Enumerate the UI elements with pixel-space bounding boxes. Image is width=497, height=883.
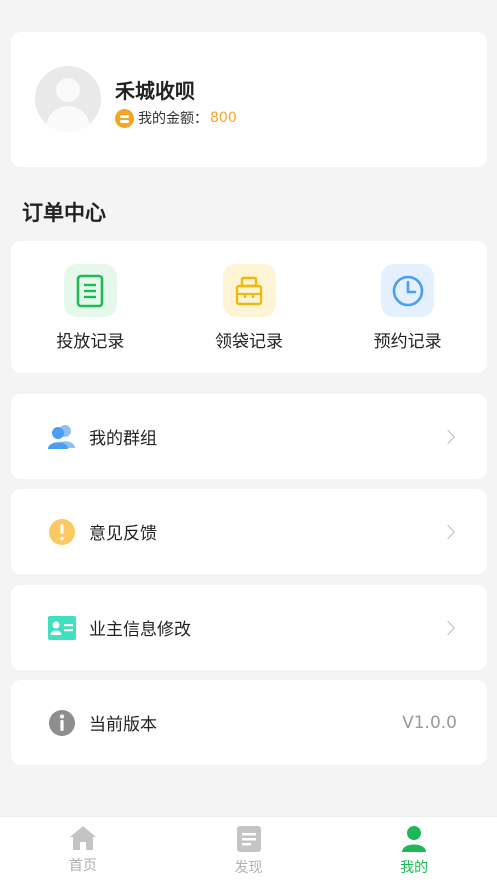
chevron-right-icon [440, 429, 456, 444]
tab-label: 我的 [400, 860, 429, 876]
chevron-right-icon [440, 524, 456, 539]
balance-label: 我的金额： [138, 111, 208, 127]
bag-icon [222, 264, 276, 317]
tab-label: 发现 [234, 860, 263, 876]
menu-row-owner-info[interactable]: 业主信息修改 [11, 585, 487, 670]
order-center-title: 订单中心 [22, 201, 106, 225]
chevron-right-icon [440, 620, 456, 635]
home-icon [69, 826, 96, 850]
menu-label: 意见反馈 [89, 524, 157, 544]
user-icon [402, 826, 427, 852]
order-label: 领袋记录 [215, 332, 283, 352]
menu-label: 我的群组 [89, 429, 157, 449]
info-icon [48, 709, 76, 737]
document-list-icon [63, 264, 117, 317]
order-center-card: 投放记录 领袋记录 预约记录 [11, 241, 487, 373]
document-icon [236, 826, 261, 852]
tab-discover[interactable]: 发现 [166, 817, 332, 883]
balance-row: 我的金额： 800 [115, 108, 237, 128]
group-users-icon [48, 423, 76, 451]
balance-value: 800 [210, 110, 237, 126]
order-item-bag-records[interactable]: 领袋记录 [170, 241, 329, 373]
menu-label: 业主信息修改 [89, 620, 191, 640]
feedback-exclamation-icon [48, 518, 76, 546]
tab-home[interactable]: 首页 [0, 817, 166, 883]
menu-row-version: 当前版本 V1.0.0 [11, 680, 487, 765]
order-label: 投放记录 [56, 332, 125, 352]
coin-icon [115, 108, 134, 128]
version-value: V1.0.0 [402, 712, 457, 733]
menu-row-my-group[interactable]: 我的群组 [11, 394, 487, 479]
tab-mine[interactable]: 我的 [331, 817, 497, 883]
user-name: 禾城收呗 [115, 79, 195, 103]
id-card-icon [48, 614, 76, 642]
menu-row-feedback[interactable]: 意见反馈 [11, 489, 487, 574]
profile-card[interactable]: 禾城收呗 我的金额： 800 [11, 32, 487, 167]
clock-icon [381, 264, 435, 317]
order-label: 预约记录 [373, 332, 442, 352]
tab-label: 首页 [68, 858, 97, 874]
bottom-tab-bar: 首页 发现 我的 [0, 816, 497, 883]
menu-label: 当前版本 [89, 715, 157, 735]
avatar[interactable] [35, 66, 101, 132]
order-item-appointment-records[interactable]: 预约记录 [328, 241, 487, 373]
order-item-drop-records[interactable]: 投放记录 [11, 241, 170, 373]
